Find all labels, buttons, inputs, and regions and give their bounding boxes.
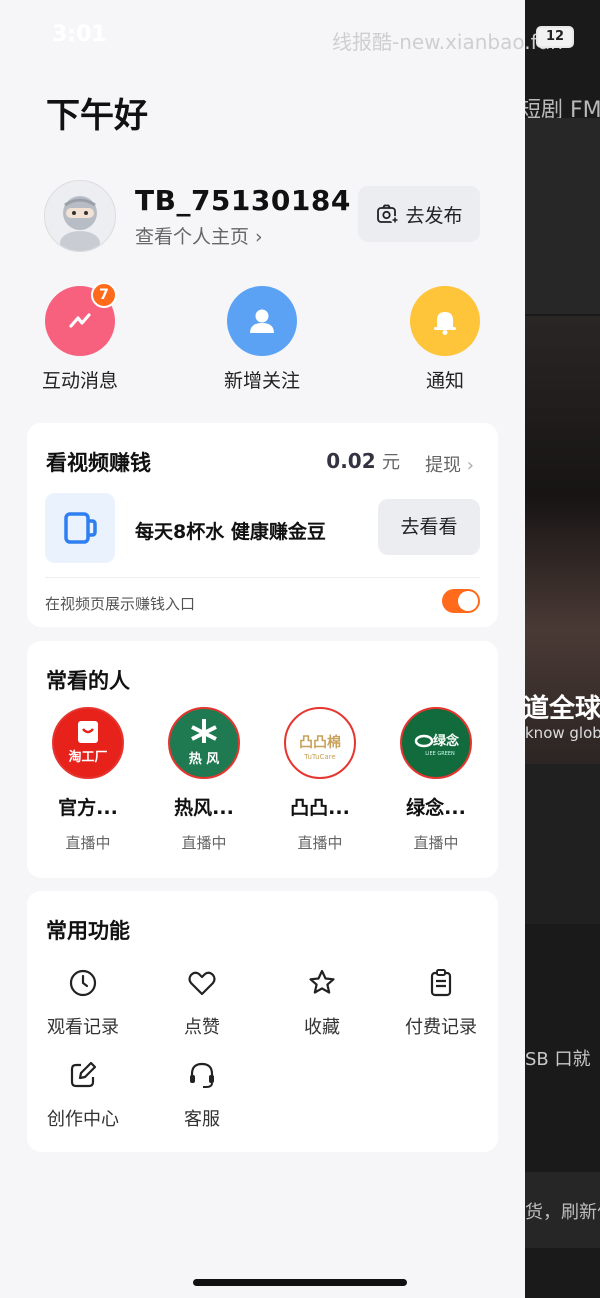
background-text-line: 货，刷新位 — [525, 1202, 600, 1223]
messages-circle: 7 — [45, 282, 117, 356]
status-bar: 3:01 线报酷-new.xianbao.fun 12 — [0, 0, 600, 70]
logo-text: 绿念 — [433, 733, 459, 749]
function-payment-records[interactable]: 付费记录 — [381, 967, 501, 1039]
cup-icon — [64, 512, 97, 544]
person-name: 热风... — [174, 797, 234, 819]
earn-task-text: 每天8杯水 健康赚金豆 — [135, 521, 326, 543]
followers-circle — [227, 286, 297, 356]
live-status: 直播中 — [297, 834, 343, 852]
function-creator-center[interactable]: 创作中心 — [23, 1059, 143, 1131]
withdraw-label: 提现 — [425, 455, 462, 476]
publish-label: 去发布 — [405, 204, 463, 227]
person-name: 凸凸... — [290, 797, 350, 819]
person-item[interactable]: 热 风 热风... 直播中 — [146, 707, 262, 853]
background-subtitle-cn: 道全球播 — [525, 694, 600, 724]
quick-action-label: 新增关注 — [223, 370, 300, 392]
chevron-right-icon: › — [466, 455, 474, 476]
username: TB_75130184 — [135, 184, 351, 217]
publish-button[interactable]: 去发布 — [358, 186, 480, 242]
toggle-knob — [458, 591, 478, 611]
tutucare-logo-icon: 凸凸棉 TuTuCare — [299, 734, 341, 761]
quick-action-messages[interactable]: 7 互动消息 — [20, 282, 140, 393]
function-label: 客服 — [184, 1109, 220, 1130]
frequent-people-title: 常看的人 — [46, 669, 130, 693]
earn-title: 看视频赚钱 — [46, 451, 151, 475]
logo-subtext: TuTuCare — [303, 753, 336, 761]
function-label: 点赞 — [184, 1017, 220, 1038]
avatar-ninja-icon — [45, 181, 115, 251]
person-name: 绿念... — [406, 797, 466, 819]
logo-subtext: LIEE GREEN — [425, 751, 455, 757]
person-item[interactable]: 绿念 LIEE GREEN 绿念... 直播中 — [378, 707, 494, 853]
status-time: 3:01 — [52, 22, 107, 47]
refeng-logo-icon: 热 风 — [189, 719, 220, 767]
greeting-title: 下午好 — [46, 96, 148, 136]
live-status: 直播中 — [65, 834, 111, 852]
star-icon — [309, 969, 335, 994]
earn-toggle-label: 在视频页展示赚钱入口 — [45, 595, 196, 613]
background-subtitle-en: know globa — [525, 724, 600, 742]
function-label: 付费记录 — [405, 1017, 477, 1038]
background-text-line: SB 口就 — [525, 1049, 591, 1070]
function-label: 创作中心 — [47, 1109, 119, 1130]
camera-plus-icon — [377, 204, 400, 224]
cup-thumbnail — [45, 493, 115, 563]
frequent-people-card: 常看的人 淘工厂 官方... 直播中 热 风 热风... 直播中 凸凸棉 TuT… — [27, 641, 498, 878]
clock-icon — [69, 969, 97, 997]
function-watch-history[interactable]: 观看记录 — [23, 967, 143, 1039]
person-avatar: 绿念 LIEE GREEN — [400, 707, 472, 779]
watch-button[interactable]: 去看看 — [378, 499, 480, 555]
heart-icon — [188, 971, 216, 996]
logo-text: 淘工厂 — [68, 749, 107, 765]
divider — [45, 577, 480, 578]
quick-action-label: 互动消息 — [41, 370, 118, 392]
edit-icon — [70, 1061, 97, 1088]
headset-icon — [190, 1062, 214, 1088]
background-video-feed: 短剧 FM 道全球播 know globa SB 口就 货，刷新位 — [525, 0, 600, 1298]
common-functions-card: 常用功能 观看记录 点赞 收藏 付费记录 创作中心 客服 — [27, 891, 498, 1152]
function-label: 观看记录 — [47, 1017, 119, 1038]
home-indicator[interactable] — [193, 1279, 407, 1286]
logo-text: 热 风 — [189, 751, 220, 767]
battery-icon: 12 — [536, 26, 574, 48]
quick-action-notifications[interactable]: 通知 — [385, 286, 505, 393]
function-favorites[interactable]: 收藏 — [262, 967, 382, 1039]
earn-entry-toggle[interactable] — [442, 589, 480, 613]
view-profile-link[interactable]: 查看个人主页 › — [135, 222, 263, 249]
background-panel — [525, 764, 600, 924]
withdraw-link[interactable]: 提现 › — [425, 451, 474, 477]
person-item[interactable]: 淘工厂 官方... 直播中 — [30, 707, 146, 853]
unread-badge: 7 — [91, 282, 117, 308]
side-drawer: 下午好 TB_75130184 查看个人主页 › 去发布 7 互动消息 新增关注… — [0, 0, 525, 1298]
function-likes[interactable]: 点赞 — [142, 967, 262, 1039]
functions-title: 常用功能 — [46, 919, 130, 943]
quick-action-new-followers[interactable]: 新增关注 — [202, 286, 322, 393]
bell-icon — [434, 312, 456, 335]
taogongchang-logo-icon: 淘工厂 — [68, 721, 108, 765]
person-avatar: 淘工厂 — [52, 707, 124, 779]
avatar[interactable] — [44, 180, 116, 252]
clipboard-icon — [430, 969, 452, 997]
user-icon — [250, 309, 274, 333]
watermark-text: 线报酷-new.xianbao.fun — [332, 30, 563, 54]
earn-balance: 0.02 元 — [326, 448, 400, 474]
notifications-circle — [410, 286, 480, 356]
logo-text: 凸凸棉 — [299, 734, 341, 751]
earn-amount: 0.02 — [326, 449, 376, 473]
earn-unit: 元 — [382, 452, 400, 473]
quick-action-label: 通知 — [425, 370, 464, 392]
person-name: 官方... — [58, 797, 118, 819]
function-customer-service[interactable]: 客服 — [142, 1059, 262, 1131]
live-status: 直播中 — [413, 834, 459, 852]
earn-card: 看视频赚钱 0.02 元 提现 › 每天8杯水 健康赚金豆 去看看 在视频页展示… — [27, 423, 498, 627]
person-item[interactable]: 凸凸棉 TuTuCare 凸凸... 直播中 — [262, 707, 378, 853]
live-status: 直播中 — [181, 834, 227, 852]
person-avatar: 热 风 — [168, 707, 240, 779]
lvnian-logo-icon: 绿念 LIEE GREEN — [414, 733, 459, 757]
function-label: 收藏 — [304, 1017, 340, 1038]
person-avatar: 凸凸棉 TuTuCare — [284, 707, 356, 779]
chat-bolt-icon — [69, 313, 91, 328]
background-video-thumb — [525, 118, 600, 314]
